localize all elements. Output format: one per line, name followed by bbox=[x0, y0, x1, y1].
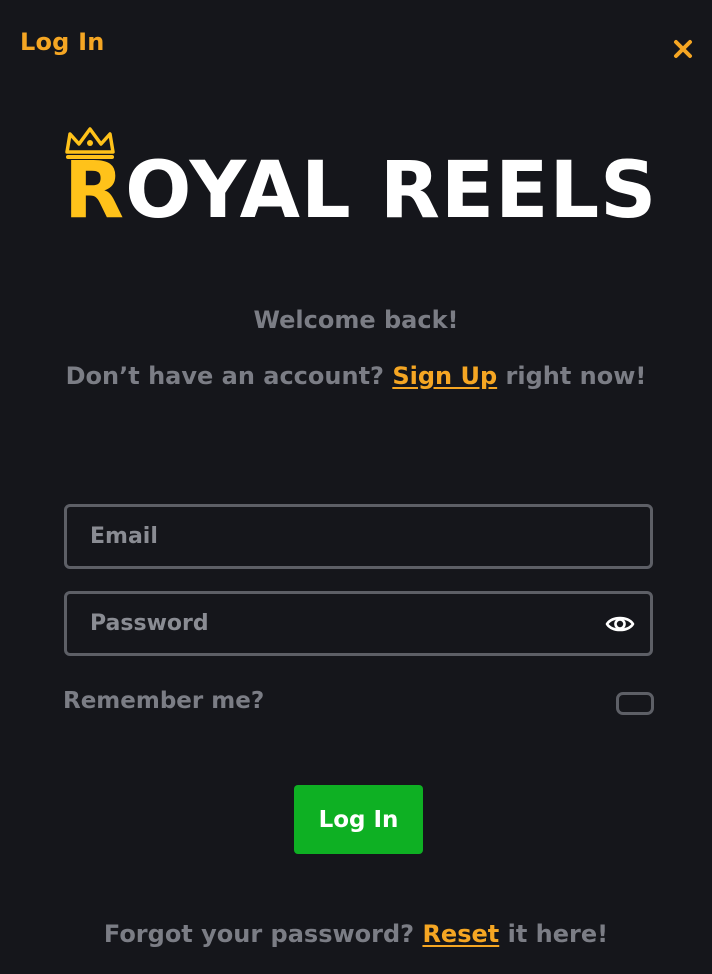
modal-title: Log In bbox=[20, 28, 105, 56]
toggle-password-visibility-button[interactable] bbox=[604, 610, 636, 638]
forgot-password-prompt: Forgot your password? Reset it here! bbox=[0, 920, 712, 948]
welcome-text: Welcome back! bbox=[253, 306, 459, 334]
royal-reels-logo: ROYAL REELS bbox=[64, 126, 656, 236]
reset-suffix: it here! bbox=[507, 920, 609, 948]
sign-up-link[interactable]: Sign Up bbox=[392, 362, 497, 390]
email-field-container bbox=[64, 504, 653, 569]
log-in-button[interactable]: Log In bbox=[294, 785, 423, 854]
password-field-container bbox=[64, 591, 653, 656]
email-input[interactable] bbox=[67, 507, 650, 566]
remember-me-label: Remember me? bbox=[63, 688, 265, 714]
logo-first-letter: R bbox=[64, 146, 126, 236]
close-icon bbox=[674, 40, 692, 58]
eye-icon bbox=[605, 616, 635, 632]
password-input[interactable] bbox=[67, 594, 650, 653]
no-account-text: Don’t have an account? bbox=[65, 362, 384, 390]
logo-wordmark: ROYAL REELS bbox=[64, 146, 657, 236]
logo-rest: OYAL REELS bbox=[125, 146, 658, 236]
signup-suffix: right now! bbox=[505, 362, 647, 390]
login-modal: Log In ROYAL REELS Welcome back! Don’t h… bbox=[0, 0, 712, 974]
remember-me-toggle[interactable] bbox=[616, 692, 654, 715]
signup-prompt: Don’t have an account? Sign Up right now… bbox=[0, 362, 712, 390]
close-button[interactable] bbox=[668, 34, 698, 64]
reset-link[interactable]: Reset bbox=[422, 920, 499, 948]
forgot-text: Forgot your password? bbox=[103, 920, 415, 948]
